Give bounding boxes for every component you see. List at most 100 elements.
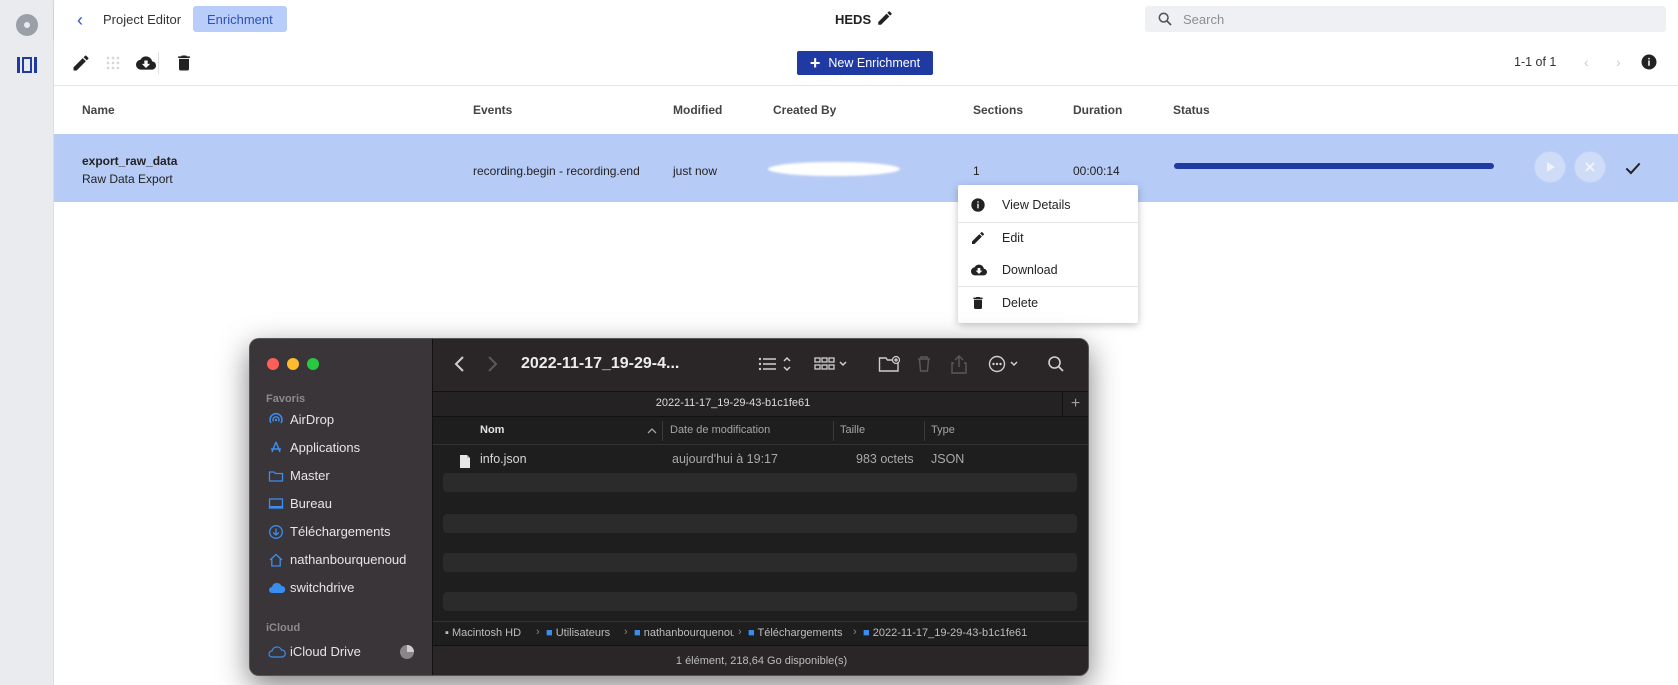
sidebar-item-applications[interactable]: Applications <box>268 437 433 459</box>
menu-item-download[interactable]: Download <box>958 255 1138 285</box>
row-context-menu: View Details Edit Download Delete <box>958 185 1138 323</box>
empty-row <box>443 514 1077 533</box>
icloud-icon <box>268 646 286 658</box>
cancel-button[interactable] <box>1574 151 1606 183</box>
breadcrumb-project-editor[interactable]: Project Editor <box>103 12 181 27</box>
project-title: HEDS <box>835 12 872 27</box>
sidebar-item-master[interactable]: Master <box>268 465 433 487</box>
column-header-type[interactable]: Type <box>931 424 955 436</box>
play-icon <box>1547 162 1555 172</box>
grid-dots-icon[interactable] <box>103 53 123 73</box>
sidebar-item-switchdrive[interactable]: switchdrive <box>268 577 433 599</box>
new-tab-button[interactable]: + <box>1062 392 1088 416</box>
sync-progress-icon <box>400 645 414 659</box>
sidebar-section-favorites: Favoris <box>266 393 306 405</box>
sidebar-item-home[interactable]: nathanbourquenoud <box>268 549 433 571</box>
enrichment-modified: just now <box>673 164 718 178</box>
table-row[interactable]: export_raw_data Raw Data Export recordin… <box>54 134 1678 202</box>
enrichment-events: recording.begin - recording.end <box>473 164 640 178</box>
path-item-label: nathanbourquenoud <box>643 627 734 639</box>
library-icon[interactable] <box>17 57 37 73</box>
sidebar-item-airdrop[interactable]: AirDrop <box>268 409 433 431</box>
search-box[interactable] <box>1145 6 1666 32</box>
prev-page-icon[interactable]: ‹ <box>1584 54 1589 70</box>
close-icon <box>1585 162 1595 172</box>
share-icon[interactable] <box>950 355 968 375</box>
finder-window-title: 2022-11-17_19-29-4... <box>521 355 680 372</box>
more-actions-icon[interactable] <box>988 355 1024 373</box>
new-folder-icon[interactable] <box>878 355 902 373</box>
finder-sidebar: Favoris AirDrop Applications Master Bure… <box>250 339 433 675</box>
folder-icon <box>268 471 284 482</box>
column-header-modified[interactable]: Modified <box>673 103 722 117</box>
finder-status-text: 1 élément, 218,64 Go disponible(s) <box>675 655 848 667</box>
finder-path-bar: ▪ Macintosh HD › ■ Utilisateurs › ■ nath… <box>433 621 1088 645</box>
new-enrichment-label: New Enrichment <box>828 56 921 70</box>
file-name: info.json <box>480 452 527 466</box>
path-separator-icon: › <box>536 626 540 638</box>
trash-icon[interactable] <box>174 53 194 73</box>
airdrop-icon <box>269 413 283 424</box>
forward-chevron-icon[interactable] <box>485 355 499 373</box>
list-view-icon[interactable] <box>758 355 794 373</box>
empty-row <box>443 473 1077 492</box>
sort-ascending-icon <box>647 428 657 434</box>
back-chevron-icon[interactable]: ‹ <box>70 10 90 30</box>
enrichment-sections: 1 <box>973 164 980 178</box>
pager-text: 1-1 of 1 <box>1514 55 1557 69</box>
sidebar-item-label: switchdrive <box>290 580 355 595</box>
search-input[interactable] <box>1183 6 1653 32</box>
minimize-window-button[interactable] <box>287 358 299 370</box>
menu-item-view-details[interactable]: View Details <box>958 190 1138 220</box>
path-item-utilisateurs[interactable]: ■ Utilisateurs <box>546 627 610 639</box>
enrichment-name: export_raw_data <box>82 154 178 168</box>
trash-icon[interactable] <box>915 355 933 373</box>
path-item-current-folder[interactable]: ■ 2022-11-17_19-29-43-b1c1fe61 <box>863 627 1027 639</box>
breadcrumb-enrichment[interactable]: Enrichment <box>193 6 287 32</box>
edit-pencil-icon[interactable] <box>71 53 91 73</box>
menu-item-edit[interactable]: Edit <box>958 223 1138 253</box>
path-separator-icon: › <box>738 626 742 638</box>
column-header-nom[interactable]: Nom <box>480 424 504 436</box>
list-item[interactable]: info.json aujourd'hui à 19:17 983 octets… <box>443 452 1077 471</box>
path-separator-icon: › <box>624 626 628 638</box>
path-item-label: Téléchargements <box>757 627 843 639</box>
cloud-download-icon[interactable] <box>136 53 156 73</box>
path-item-telechargements[interactable]: ■ Téléchargements <box>748 627 843 639</box>
column-header-status[interactable]: Status <box>1173 103 1210 117</box>
path-item-home[interactable]: ■ nathanbourquenoud <box>634 627 734 639</box>
menu-item-delete[interactable]: Delete <box>958 288 1138 318</box>
column-header-duration[interactable]: Duration <box>1073 103 1122 117</box>
back-chevron-icon[interactable] <box>453 355 467 373</box>
finder-tab[interactable]: 2022-11-17_19-29-43-b1c1fe61 <box>433 397 1033 409</box>
sidebar-item-bureau[interactable]: Bureau <box>268 493 433 515</box>
search-icon <box>1158 12 1172 26</box>
menu-item-label: View Details <box>1002 198 1071 212</box>
close-window-button[interactable] <box>267 358 279 370</box>
top-header: ‹ Project Editor Enrichment HEDS <box>54 0 1678 40</box>
zoom-window-button[interactable] <box>307 358 319 370</box>
file-size: 983 octets <box>856 452 914 466</box>
info-icon[interactable] <box>1640 53 1658 71</box>
toolbar-divider <box>158 52 159 74</box>
file-modified: aujourd'hui à 19:17 <box>672 452 778 466</box>
column-header-sections[interactable]: Sections <box>973 103 1023 117</box>
path-item-label: Utilisateurs <box>555 627 611 639</box>
column-header-events[interactable]: Events <box>473 103 512 117</box>
path-item-macintosh-hd[interactable]: ▪ Macintosh HD <box>445 627 521 639</box>
sidebar-item-label: Téléchargements <box>290 524 391 539</box>
sidebar-item-telechargements[interactable]: Téléchargements <box>268 521 433 543</box>
column-header-name[interactable]: Name <box>82 103 115 117</box>
run-button[interactable] <box>1534 151 1566 183</box>
column-header-taille[interactable]: Taille <box>840 424 865 436</box>
status-progress-bar <box>1174 163 1494 169</box>
app-logo-icon[interactable] <box>16 14 38 36</box>
group-view-icon[interactable] <box>814 355 850 373</box>
search-icon[interactable] <box>1047 355 1065 373</box>
column-header-date[interactable]: Date de modification <box>670 424 770 436</box>
column-header-created-by[interactable]: Created By <box>773 103 836 117</box>
pencil-icon <box>972 231 985 244</box>
edit-project-pencil-icon[interactable] <box>876 9 894 27</box>
new-enrichment-button[interactable]: + New Enrichment <box>797 51 933 75</box>
next-page-icon[interactable]: › <box>1616 54 1621 70</box>
